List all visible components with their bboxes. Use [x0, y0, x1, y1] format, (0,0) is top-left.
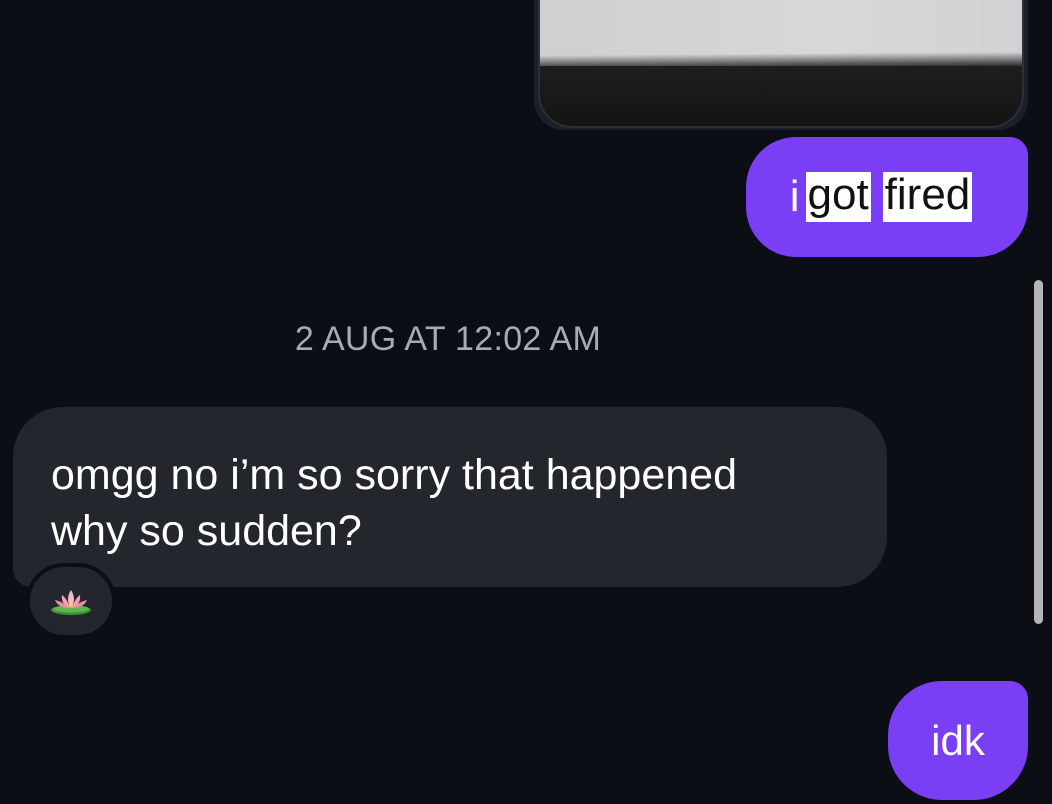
reaction-badge[interactable] — [26, 563, 116, 639]
incoming-message[interactable]: omgg no i’m so sorry that happened why s… — [13, 407, 887, 587]
incoming-message-line-2: why so sudden? — [51, 507, 362, 555]
photo-dark-area — [540, 66, 1022, 126]
message-text-prefix: i — [789, 172, 800, 221]
highlighted-word-fired: fired — [882, 172, 973, 222]
photo-message[interactable] — [534, 0, 1028, 130]
message-timestamp: 2 AUG AT 12:02 AM — [294, 320, 602, 358]
highlighted-word-got: got — [805, 172, 871, 222]
lotus-emoji-icon — [51, 590, 91, 615]
message-text-idk: idk — [931, 716, 985, 764]
incoming-message-line-1: omgg no i’m so sorry that happened — [51, 451, 738, 499]
outgoing-message-idk[interactable]: idk — [888, 681, 1028, 800]
photo-image — [538, 0, 1024, 128]
outgoing-message-fired[interactable]: i got fired — [746, 137, 1028, 257]
scrollbar[interactable] — [1034, 280, 1043, 624]
chat-screen: i got fired 2 AUG AT 12:02 AM omgg no i’… — [0, 0, 1052, 804]
